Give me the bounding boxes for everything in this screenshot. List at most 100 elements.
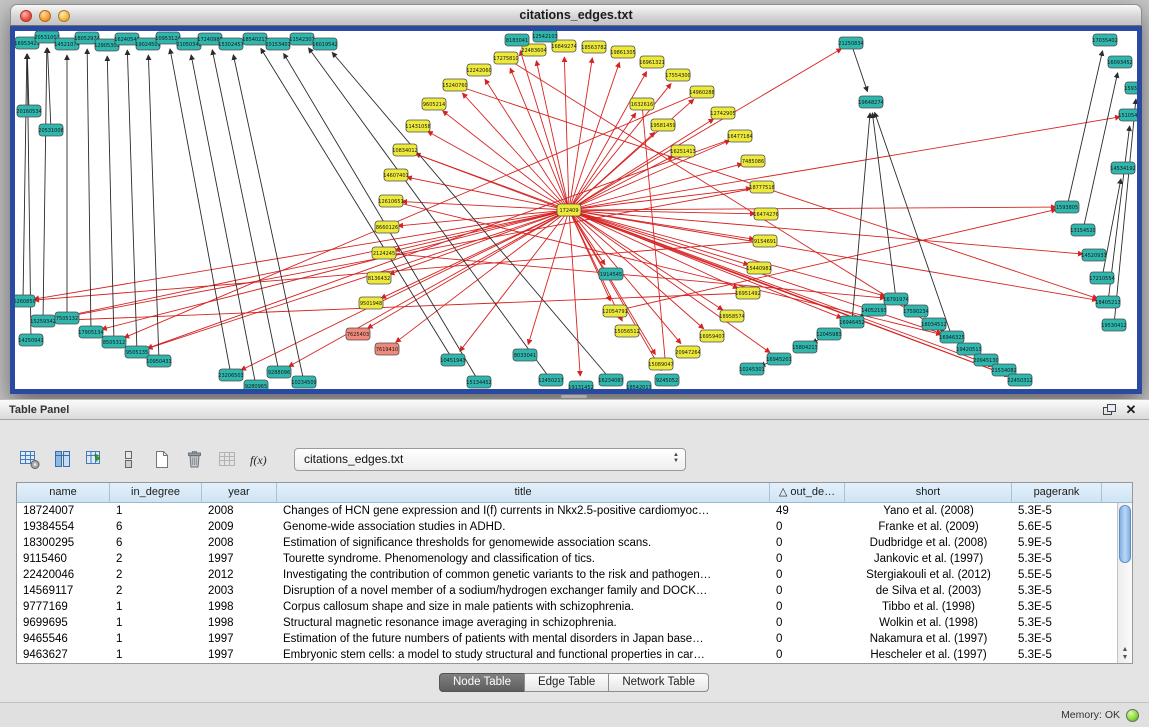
table-cell-short[interactable]: Stergiakouli et al. (2012): [845, 567, 1012, 583]
graph-edge[interactable]: [569, 58, 592, 210]
table-cell-out_degree[interactable]: 0: [770, 631, 845, 647]
graph-node[interactable]: 17905134: [78, 326, 103, 338]
graph-node[interactable]: 9288096: [267, 366, 291, 378]
column-header-name[interactable]: name: [17, 483, 110, 503]
graph-node[interactable]: 19131452: [568, 381, 593, 389]
graph-node[interactable]: 7505132: [55, 312, 79, 324]
graph-edge[interactable]: [23, 54, 27, 301]
table-cell-title[interactable]: Estimation of significance thresholds fo…: [277, 535, 770, 551]
graph-node[interactable]: 15302457: [218, 38, 243, 50]
graph-node[interactable]: 16093452: [1107, 56, 1132, 68]
graph-node[interactable]: 19530412: [1101, 319, 1126, 331]
table-cell-year[interactable]: 1997: [202, 551, 277, 567]
splitter-handle[interactable]: [561, 395, 587, 398]
graph-edge[interactable]: [569, 210, 1083, 254]
table-cell-pagerank[interactable]: 5.3E-5: [1012, 503, 1102, 519]
table-cell-title[interactable]: Disruption of a novel member of a sodium…: [277, 583, 770, 599]
table-cell-name[interactable]: 19384554: [17, 519, 110, 535]
function-builder-button[interactable]: f(x): [247, 446, 274, 473]
graph-node[interactable]: 16474276: [753, 208, 778, 220]
graph-edge[interactable]: [1114, 99, 1136, 325]
graph-node[interactable]: 7619410: [375, 343, 399, 355]
graph-node[interactable]: 18540213: [242, 33, 267, 45]
graph-node[interactable]: 23206503: [218, 369, 243, 381]
table-cell-short[interactable]: Hescheler et al. (1997): [845, 647, 1012, 663]
graph-node[interactable]: 16946452: [839, 316, 864, 328]
graph-node[interactable]: 14607401: [383, 169, 408, 181]
graph-edge[interactable]: [851, 43, 867, 92]
graph-node[interactable]: 12242060: [466, 64, 491, 76]
tab-edge-table[interactable]: Edge Table: [524, 673, 609, 692]
table-cell-short[interactable]: Yano et al. (2008): [845, 503, 1012, 519]
graph-node[interactable]: 10451943: [440, 354, 465, 366]
table-cell-year[interactable]: 2008: [202, 535, 277, 551]
graph-node[interactable]: 8033041: [513, 349, 537, 361]
graph-node[interactable]: 13154520: [1070, 224, 1095, 236]
graph-node[interactable]: 18542013: [626, 381, 651, 389]
graph-node[interactable]: 15935801: [1124, 82, 1137, 94]
import-table-button[interactable]: [214, 446, 241, 473]
table-cell-short[interactable]: Wolkin et al. (1998): [845, 615, 1012, 631]
table-cell-year[interactable]: 2012: [202, 567, 277, 583]
graph-node[interactable]: 9605214: [422, 98, 446, 110]
network-selector-dropdown[interactable]: citations_edges.txt ▲▼: [294, 448, 686, 471]
table-cell-year[interactable]: 1998: [202, 599, 277, 615]
graph-edge[interactable]: [391, 201, 941, 334]
graph-node[interactable]: 16234087: [598, 374, 623, 386]
table-row[interactable]: 977716911998Corpus callosum shape and si…: [17, 599, 1117, 615]
scrollbar-thumb[interactable]: [1119, 505, 1131, 563]
table-cell-pagerank[interactable]: 5.3E-5: [1012, 615, 1102, 631]
table-cell-name[interactable]: 18300295: [17, 535, 110, 551]
graph-node[interactable]: 19581459: [650, 119, 675, 131]
table-cell-title[interactable]: Estimation of the future numbers of pati…: [277, 631, 770, 647]
graph-node[interactable]: 12054791: [602, 305, 627, 317]
table-row[interactable]: 1830029562008Estimation of significance …: [17, 535, 1117, 551]
table-cell-out_degree[interactable]: 0: [770, 567, 845, 583]
graph-node[interactable]: 19861305: [610, 46, 635, 58]
graph-edge[interactable]: [1102, 179, 1121, 278]
graph-node[interactable]: 17035402: [1092, 34, 1117, 46]
graph-node[interactable]: 10834012: [392, 144, 417, 156]
table-cell-pagerank[interactable]: 5.5E-5: [1012, 567, 1102, 583]
graph-node[interactable]: 8136432: [367, 272, 391, 284]
table-cell-name[interactable]: 22420046: [17, 567, 110, 583]
graph-edge[interactable]: [569, 210, 580, 376]
graph-edge[interactable]: [1083, 73, 1118, 230]
graph-node[interactable]: 12450217: [538, 374, 563, 386]
graph-node[interactable]: 18958574: [719, 310, 744, 322]
graph-node[interactable]: 8505312: [102, 336, 126, 348]
table-cell-in_degree[interactable]: 1: [110, 615, 202, 631]
table-cell-title[interactable]: Tourette syndrome. Phenomenology and cla…: [277, 551, 770, 567]
graph-edge[interactable]: [569, 210, 681, 344]
table-cell-in_degree[interactable]: 1: [110, 631, 202, 647]
graph-edge[interactable]: [520, 51, 569, 210]
graph-node[interactable]: 14960288: [689, 86, 714, 98]
graph-node[interactable]: 7625403: [346, 328, 370, 340]
graph-node[interactable]: 20153401: [265, 38, 290, 50]
graph-edge[interactable]: [284, 53, 479, 382]
graph-node[interactable]: 19420513: [956, 343, 981, 355]
graph-edge[interactable]: [642, 104, 666, 369]
graph-node[interactable]: 1593805: [1055, 201, 1079, 213]
graph-node[interactable]: 12542103: [532, 31, 557, 42]
graph-edge[interactable]: [54, 210, 569, 319]
graph-node[interactable]: 8660126: [375, 221, 399, 233]
graph-edge[interactable]: [569, 210, 770, 353]
close-button[interactable]: [20, 10, 32, 22]
table-cell-in_degree[interactable]: 6: [110, 519, 202, 535]
graph-node[interactable]: 8183041: [505, 34, 529, 46]
table-cell-year[interactable]: 2003: [202, 583, 277, 599]
graph-edge[interactable]: [127, 50, 137, 352]
graph-edge[interactable]: [569, 210, 1097, 300]
graph-edge[interactable]: [1067, 51, 1103, 207]
graph-node[interactable]: 10245301: [739, 363, 764, 375]
table-cell-short[interactable]: Tibbo et al. (1998): [845, 599, 1012, 615]
graph-node[interactable]: 16951492: [735, 287, 760, 299]
table-row[interactable]: 911546021997Tourette syndrome. Phenomeno…: [17, 551, 1117, 567]
table-cell-out_degree[interactable]: 0: [770, 583, 845, 599]
vertical-scrollbar[interactable]: ▲▼: [1117, 503, 1132, 663]
graph-edge[interactable]: [241, 210, 569, 370]
show-columns-button[interactable]: [49, 446, 76, 473]
graph-node[interactable]: 18563782: [581, 41, 606, 53]
graph-node[interactable]: 15089047: [648, 358, 673, 370]
